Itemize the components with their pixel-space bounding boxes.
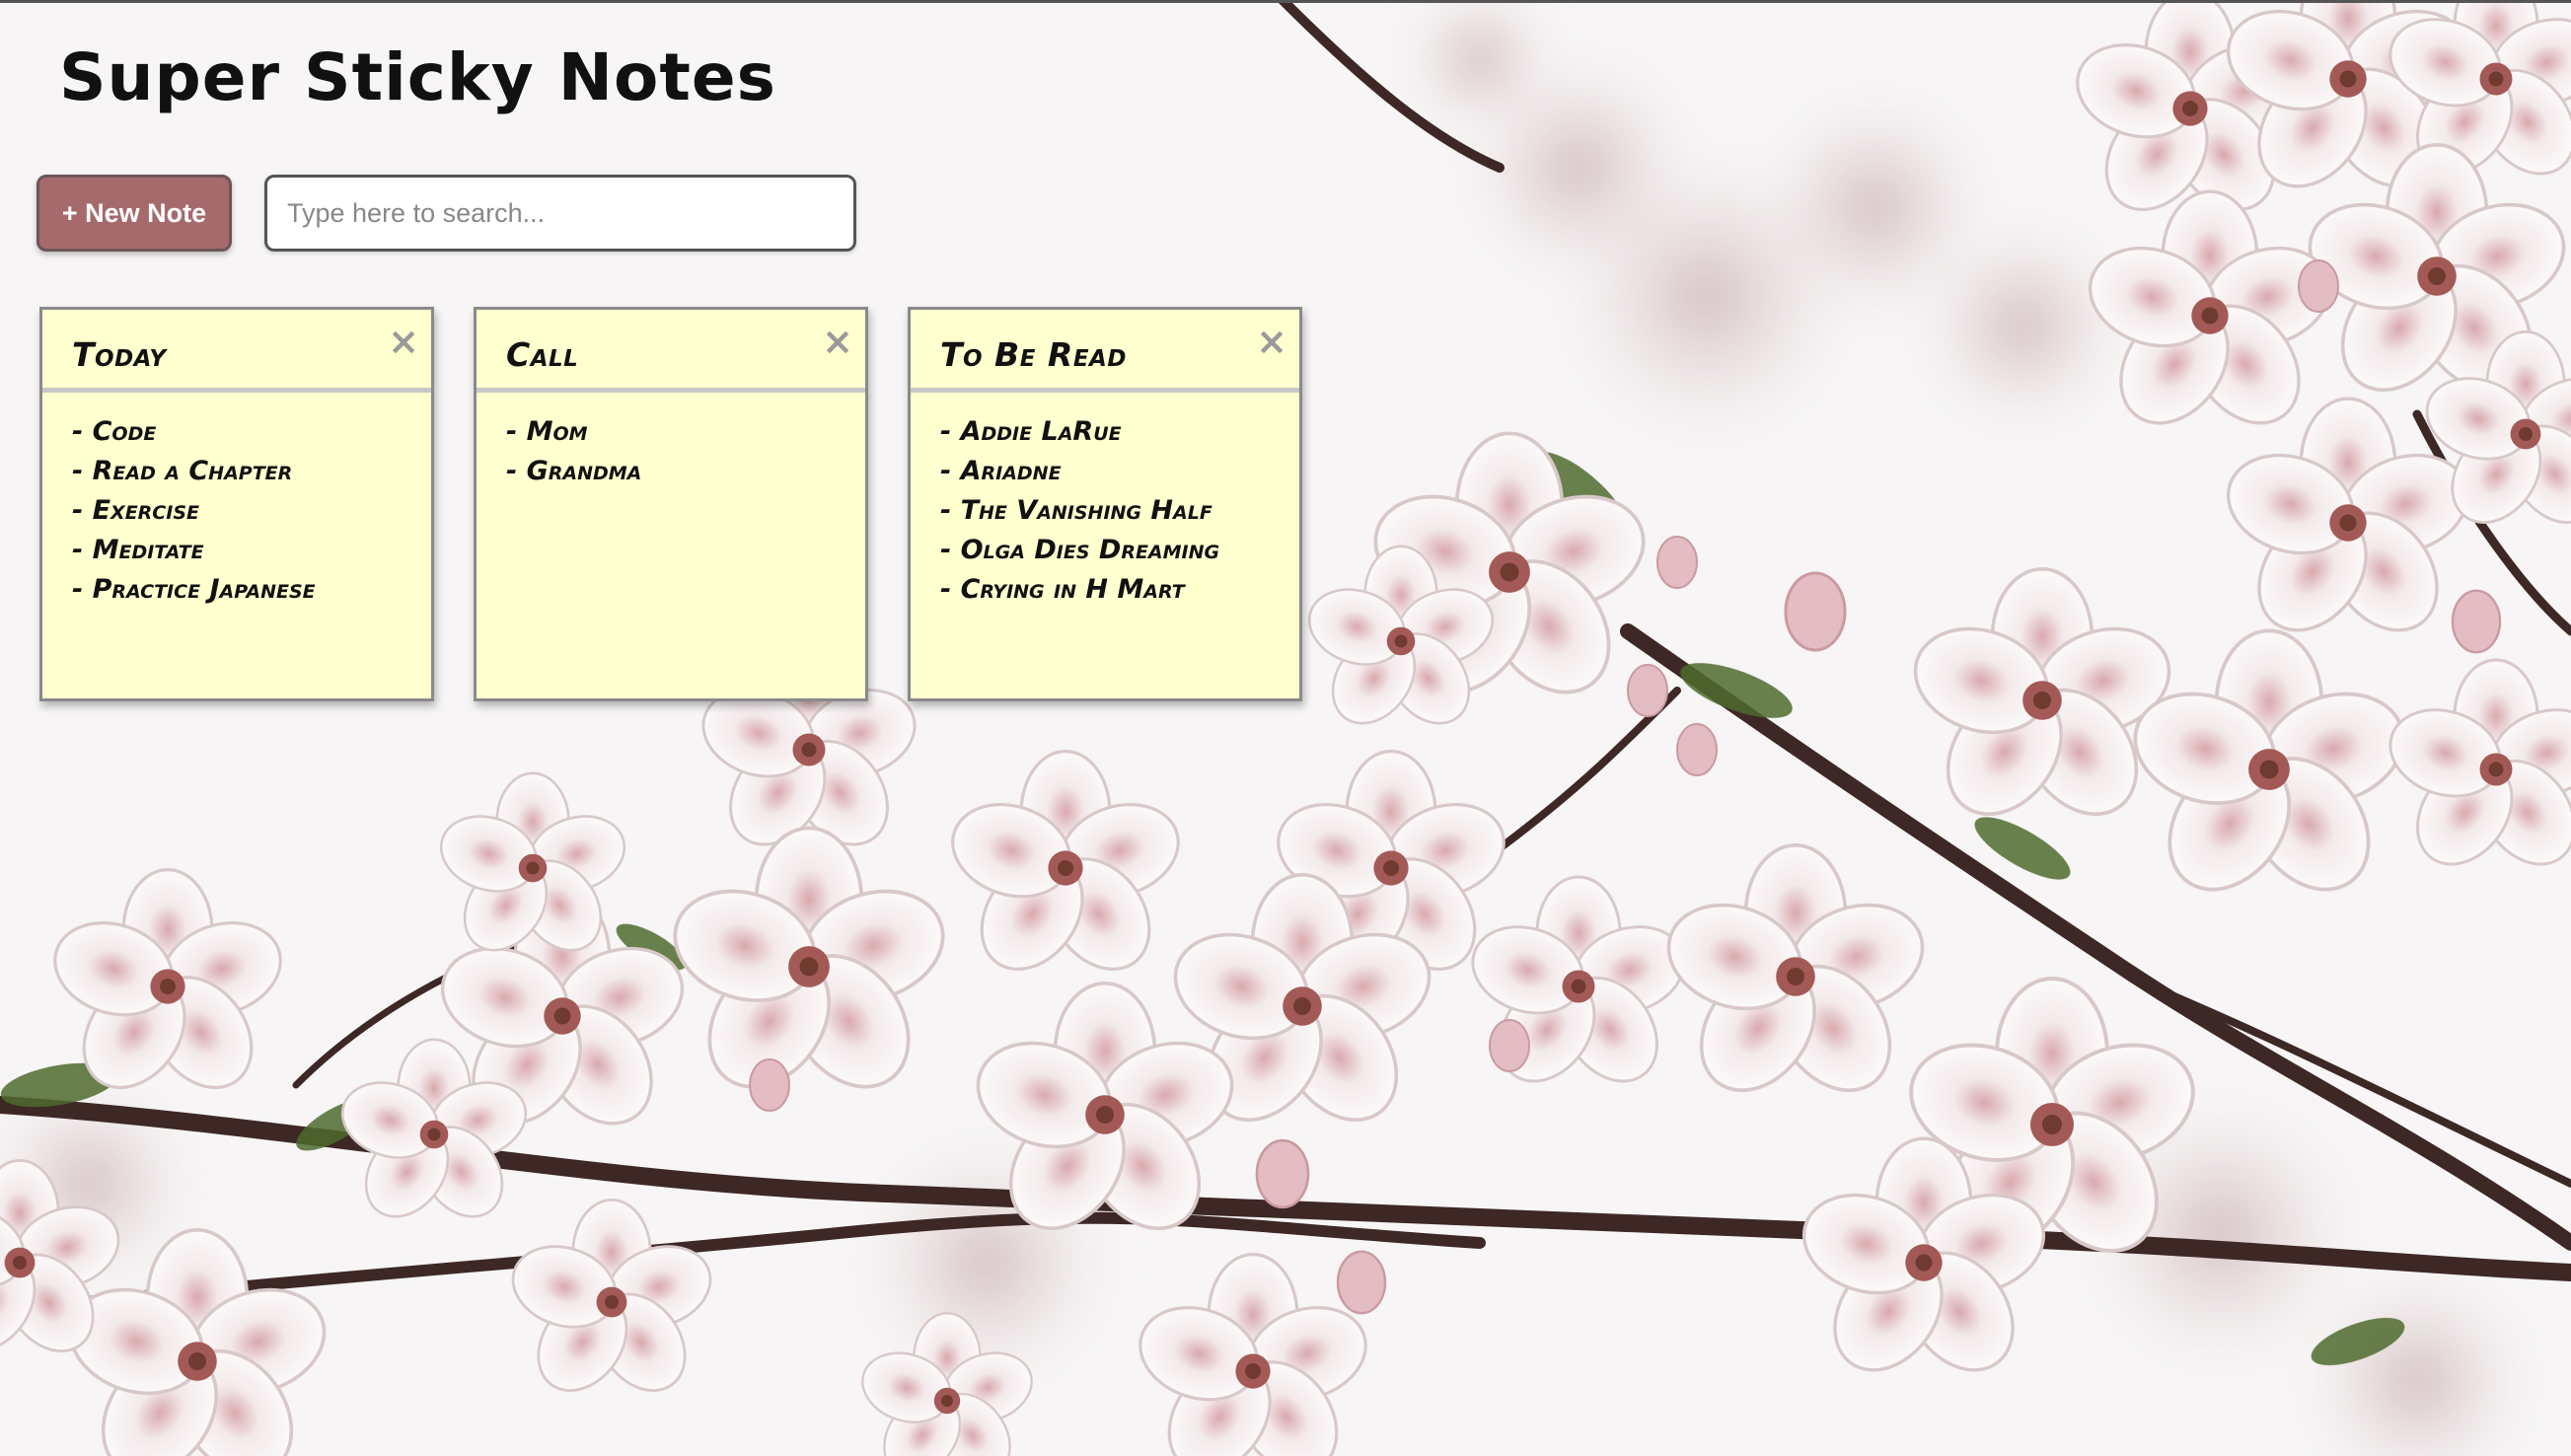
note-header: Today × bbox=[42, 310, 431, 393]
note-line: - Grandma bbox=[506, 456, 642, 486]
note-line: - Crying in H Mart bbox=[940, 574, 1185, 605]
note-body[interactable]: - Addie LaRue - Ariadne - The Vanishing … bbox=[911, 393, 1299, 610]
notes-list: Today × - Code - Read a Chapter - Exerci… bbox=[39, 307, 1302, 701]
note-line: - Addie LaRue bbox=[940, 416, 1122, 447]
note-body[interactable]: - Code - Read a Chapter - Exercise - Med… bbox=[42, 393, 431, 610]
x-icon[interactable]: × bbox=[1254, 322, 1289, 361]
note-line: - Meditate bbox=[72, 535, 204, 565]
note-line: - Olga Dies Dreaming bbox=[940, 535, 1220, 565]
sticky-note[interactable]: Today × - Code - Read a Chapter - Exerci… bbox=[39, 307, 434, 701]
note-line: - Ariadne bbox=[940, 456, 1062, 486]
x-icon[interactable]: × bbox=[386, 322, 421, 361]
note-title[interactable]: To Be Read bbox=[940, 335, 1299, 374]
note-line: - Read a Chapter bbox=[72, 456, 293, 486]
note-header: To Be Read × bbox=[911, 310, 1299, 393]
note-line: - Exercise bbox=[72, 495, 199, 526]
note-line: - Practice Japanese bbox=[72, 574, 316, 605]
note-line: - Code bbox=[72, 416, 157, 447]
new-note-button[interactable]: + New Note bbox=[37, 175, 232, 252]
note-header: Call × bbox=[477, 310, 865, 393]
window-top-border bbox=[0, 0, 2571, 3]
sticky-note[interactable]: To Be Read × - Addie LaRue - Ariadne - T… bbox=[908, 307, 1302, 701]
app-title: Super Sticky Notes bbox=[59, 39, 776, 115]
search-input[interactable] bbox=[264, 175, 856, 252]
note-line: - Mom bbox=[506, 416, 588, 447]
note-title[interactable]: Call bbox=[506, 335, 865, 374]
x-icon[interactable]: × bbox=[820, 322, 855, 361]
note-line: - The Vanishing Half bbox=[940, 495, 1212, 526]
note-body[interactable]: - Mom - Grandma bbox=[477, 393, 865, 491]
sticky-note[interactable]: Call × - Mom - Grandma bbox=[474, 307, 868, 701]
note-title[interactable]: Today bbox=[72, 335, 431, 374]
